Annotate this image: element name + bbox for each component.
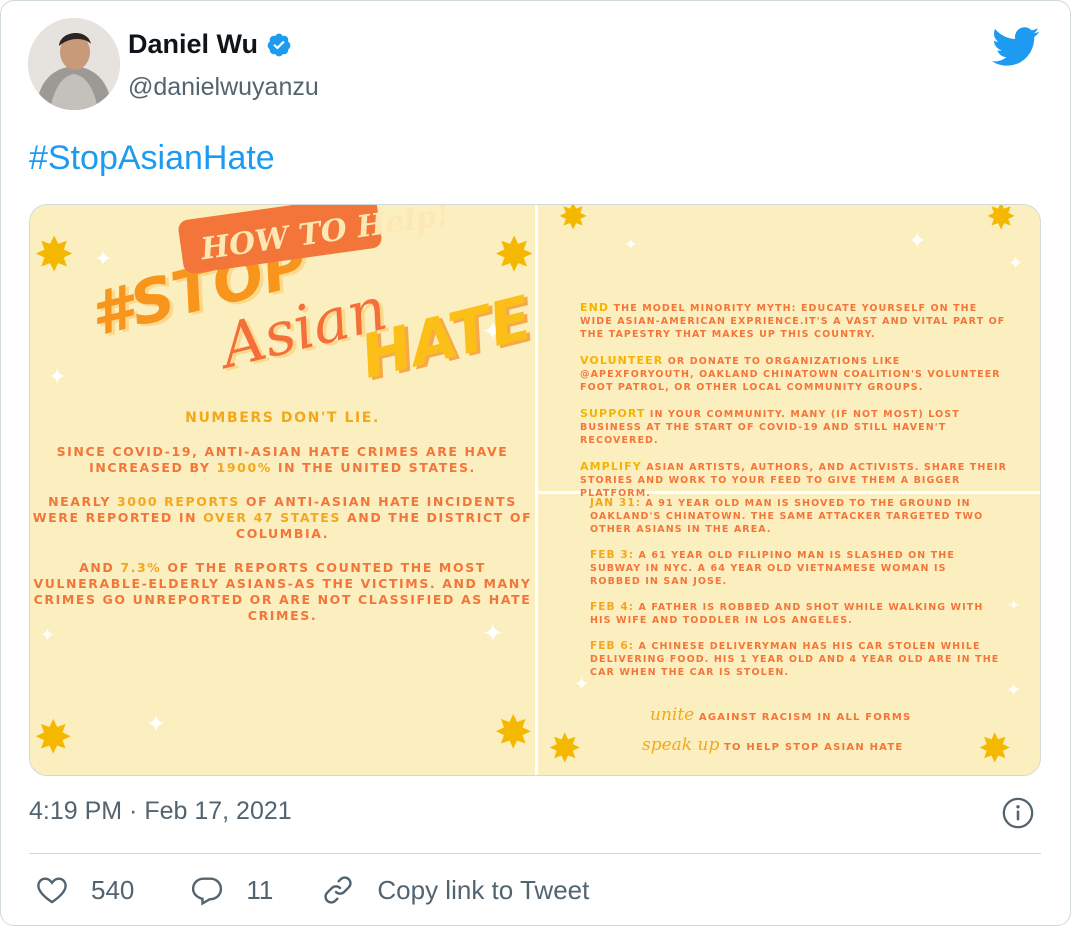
heart-icon xyxy=(37,877,67,904)
incident-item: FEB 3: A 61 YEAR OLD FILIPINO MAN IS SLA… xyxy=(590,549,955,587)
sparkle-icon: ✦ xyxy=(1008,253,1024,274)
starburst-icon: ✸ xyxy=(34,710,73,764)
stat-paragraph: SINCE COVID-19, ANTI-ASIAN HATE CRIMES A… xyxy=(56,444,509,475)
sparkle-icon: ✦ xyxy=(48,365,67,390)
sparkle-icon: ✦ xyxy=(1008,598,1020,614)
help-item: END THE MODEL MINORITY MYTH: EDUCATE YOU… xyxy=(580,301,1006,340)
sparkle-icon: ✦ xyxy=(1006,680,1022,701)
reply-count: 11 xyxy=(246,874,274,905)
tweet-timestamp[interactable]: 4:19 PM · Feb 17, 2021 xyxy=(29,797,292,826)
divider xyxy=(29,853,1041,854)
copy-link-button[interactable]: Copy link to Tweet xyxy=(321,873,589,907)
starburst-icon: ✸ xyxy=(986,205,1017,238)
stat-paragraph: NEARLY 3000 REPORTS OF ANTI-ASIAN HATE I… xyxy=(32,494,533,541)
incident-item: FEB 4: A FATHER IS ROBBED AND SHOT WHILE… xyxy=(590,601,984,626)
incident-item: JAN 31: A 91 YEAR OLD MAN IS SHOVED TO T… xyxy=(590,497,984,535)
tweet-actions: 540 11 Copy link to Tweet xyxy=(35,873,589,907)
starburst-icon: ✸ xyxy=(548,726,582,772)
stats-heading: NUMBERS DON'T LIE. xyxy=(185,410,380,426)
incident-item: FEB 6: A CHINESE DELIVERYMAN HAS HIS CAR… xyxy=(590,640,1000,678)
unite-line: unite AGAINST RACISM IN ALL FORMS xyxy=(650,705,912,725)
copy-link-label: Copy link to Tweet xyxy=(377,874,590,905)
sparkle-icon: ✦ xyxy=(94,247,113,272)
avatar[interactable] xyxy=(28,18,120,110)
help-item: SUPPORT IN YOUR COMMUNITY. MANY (IF NOT … xyxy=(580,407,960,446)
author-name[interactable]: Daniel Wu xyxy=(128,29,292,60)
like-button[interactable]: 540 xyxy=(35,873,134,907)
twitter-bird-icon[interactable] xyxy=(992,27,1040,67)
sparkle-icon: ✦ xyxy=(908,229,927,254)
tweet-card: Daniel Wu @danielwuyanzu #StopAsianHate … xyxy=(0,0,1071,926)
starburst-icon: ✸ xyxy=(494,227,535,283)
sparkle-icon: ✦ xyxy=(574,674,590,695)
speak-up-line: speak up TO HELP STOP ASIAN HATE xyxy=(642,735,904,755)
author-name-text[interactable]: Daniel Wu xyxy=(128,29,258,60)
tweet-media-grid[interactable]: ✸ ✸ ✸ ✸ ✦ ✦ ✦ ✦ ✦ ✦ #STOP Asian HATE NUM… xyxy=(29,204,1041,776)
starburst-icon: ✸ xyxy=(34,227,75,283)
stat-paragraph: AND 7.3% OF THE REPORTS COUNTED THE MOST… xyxy=(33,560,532,623)
author-handle[interactable]: @danielwuyanzu xyxy=(128,73,319,102)
graphic-stats-text: NUMBERS DON'T LIE. SINCE COVID-19, ANTI-… xyxy=(30,410,535,642)
incident-list: JAN 31: A 91 YEAR OLD MAN IS SHOVED TO T… xyxy=(590,497,1000,692)
media-image-stop-asian-hate[interactable]: ✸ ✸ ✸ ✸ ✦ ✦ ✦ ✦ ✦ ✦ #STOP Asian HATE NUM… xyxy=(30,205,535,775)
help-item: AMPLIFY ASIAN ARTISTS, AUTHORS, AND ACTI… xyxy=(580,460,1008,499)
link-icon xyxy=(324,876,352,904)
sparkle-icon: ✦ xyxy=(146,710,167,738)
help-list: END THE MODEL MINORITY MYTH: EDUCATE YOU… xyxy=(580,301,1010,513)
starburst-icon: ✸ xyxy=(558,205,589,238)
info-icon[interactable] xyxy=(1001,796,1035,830)
reply-button[interactable]: 11 xyxy=(190,873,273,907)
reply-bubble-icon xyxy=(192,877,223,906)
help-item: VOLUNTEER OR DONATE TO ORGANIZATIONS LIK… xyxy=(580,354,1001,393)
starburst-icon: ✸ xyxy=(494,705,533,759)
sparkle-icon: ✦ xyxy=(624,235,638,254)
like-count: 540 xyxy=(91,874,135,905)
verified-badge-icon xyxy=(267,33,291,56)
starburst-icon: ✸ xyxy=(978,726,1012,772)
hashtag-link[interactable]: #StopAsianHate xyxy=(29,139,275,178)
